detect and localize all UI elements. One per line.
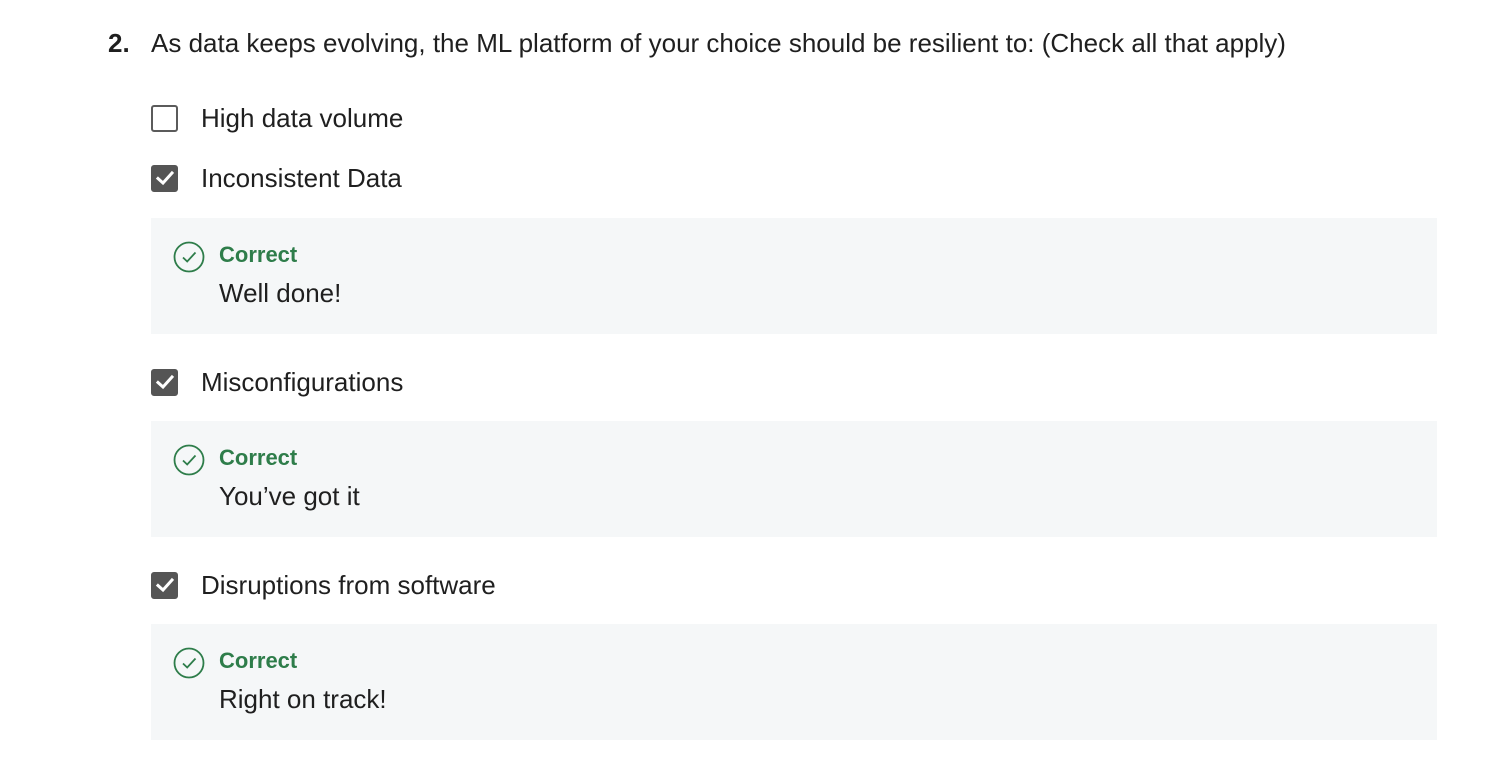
check-circle-icon	[173, 241, 205, 273]
check-circle-icon	[173, 647, 205, 679]
option-misconfigurations[interactable]: Misconfigurations	[151, 366, 403, 398]
feedback-panel: Correct Right on track!	[151, 624, 1437, 740]
checkbox-checked[interactable]	[151, 368, 178, 396]
checkmark-icon	[155, 170, 174, 186]
feedback-status: Correct	[219, 242, 298, 267]
feedback-status: Correct	[219, 445, 298, 470]
checkbox-checked[interactable]	[151, 571, 178, 599]
question-number: 2.	[108, 28, 130, 58]
option-label: Disruptions from software	[201, 570, 496, 600]
feedback-message: Right on track!	[219, 684, 387, 714]
question-header: 2. As data keeps evolving, the ML platfo…	[108, 26, 1286, 60]
feedback-status: Correct	[219, 648, 298, 673]
option-high-data-volume[interactable]: High data volume	[151, 102, 403, 134]
feedback-message: Well done!	[219, 278, 342, 308]
option-inconsistent-data[interactable]: Inconsistent Data	[151, 162, 402, 194]
feedback-panel: Correct You’ve got it	[151, 421, 1437, 537]
checkmark-icon	[155, 374, 174, 390]
check-circle-icon	[173, 444, 205, 476]
checkmark-icon	[155, 577, 174, 593]
option-label: High data volume	[201, 103, 404, 133]
question-text: As data keeps evolving, the ML platform …	[151, 28, 1286, 58]
feedback-message: You’ve got it	[219, 481, 360, 511]
checkbox-checked[interactable]	[151, 164, 178, 192]
option-label: Inconsistent Data	[201, 163, 402, 193]
feedback-panel: Correct Well done!	[151, 218, 1437, 334]
option-label: Misconfigurations	[201, 367, 404, 397]
option-disruptions-from-software[interactable]: Disruptions from software	[151, 569, 496, 601]
checkbox-unchecked[interactable]	[151, 104, 178, 132]
